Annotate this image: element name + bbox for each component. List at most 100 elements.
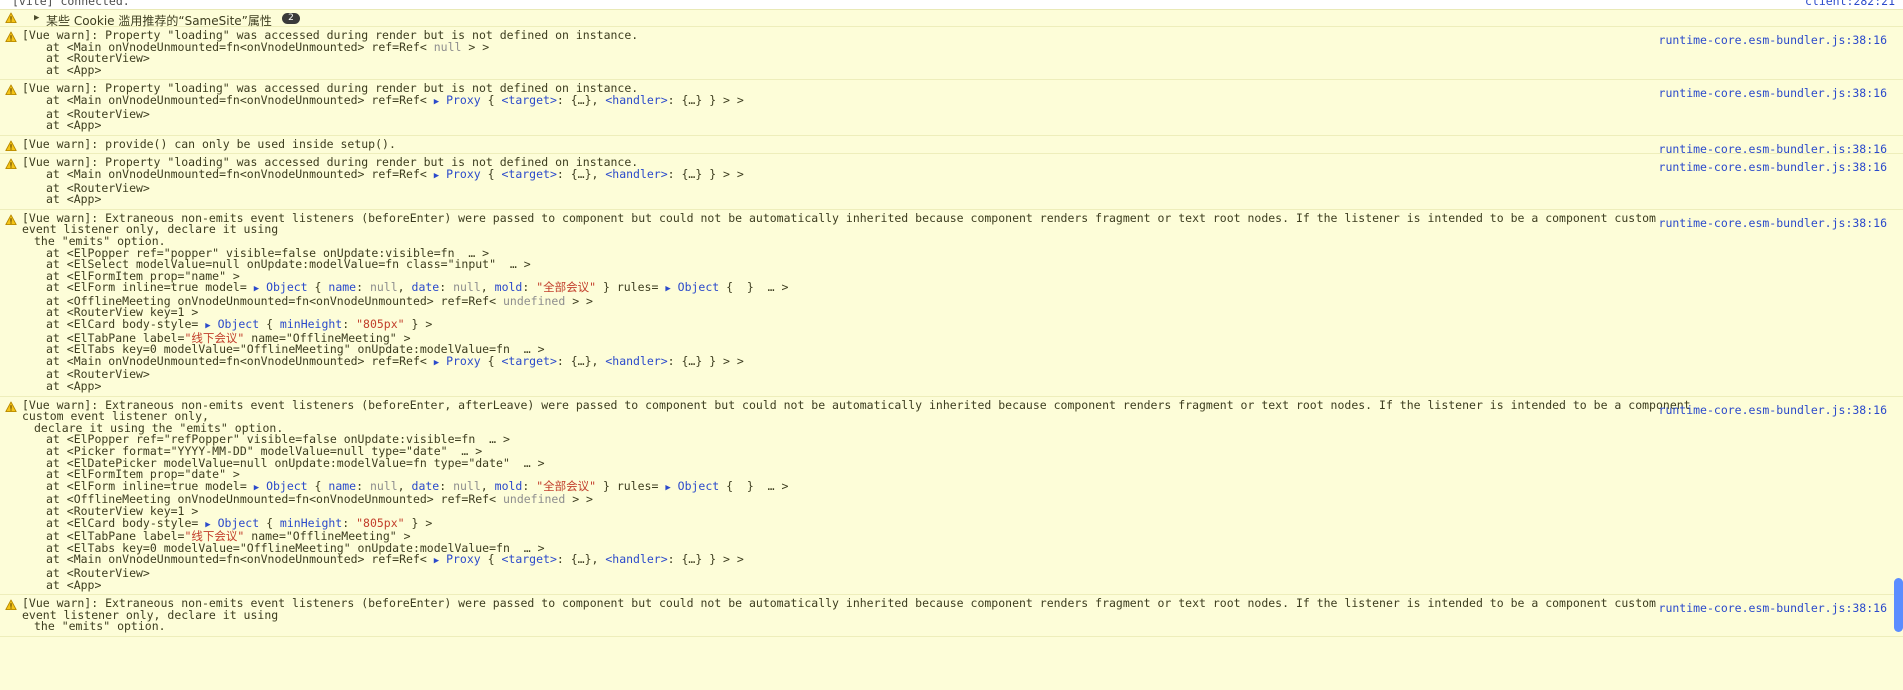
- console-message-text: [Vue warn]: Extraneous non-emits event l…: [22, 596, 1663, 622]
- token-text: at <App>: [46, 62, 102, 77]
- token-text: ,: [397, 478, 412, 493]
- warning-triangle-icon: [5, 140, 17, 152]
- token-object[interactable]: Object: [671, 280, 726, 294]
- console-message-list: [Vue warn]: Property "loading" was acces…: [0, 27, 1903, 637]
- token-text: ,: [480, 478, 495, 493]
- console-message-text: [Vue warn]: Extraneous non-emits event l…: [22, 397, 1698, 424]
- token-text: :: [342, 317, 357, 332]
- token-object-key: <target>: [501, 353, 557, 368]
- token-text: : {…} } > >: [667, 92, 744, 107]
- token-text: at <ElForm inline=true model=: [46, 280, 254, 295]
- token-object[interactable]: Object: [211, 516, 266, 530]
- token-object-key: <handler>: [605, 353, 668, 368]
- token-nullish: null: [433, 39, 462, 54]
- token-object-key: name: [328, 280, 357, 295]
- token-string: "全部会议": [536, 478, 597, 493]
- source-line-number: :38:16: [1845, 160, 1887, 175]
- console-message-body: [Vue warn]: Property "loading" was acces…: [0, 83, 1895, 131]
- token-text: { } … >: [726, 280, 789, 295]
- source-file-name: runtime-core.esm-bundler.js: [1658, 86, 1846, 101]
- token-nullish: undefined: [502, 492, 566, 507]
- warning-triangle-icon: [5, 84, 17, 96]
- console-message-body: [Vue warn]: Property "loading" was acces…: [0, 29, 1895, 77]
- token-string: "全部会议": [536, 280, 597, 295]
- token-text: {: [487, 552, 502, 567]
- source-link[interactable]: runtime-core.esm-bundler.js:38:16: [1659, 33, 1887, 47]
- token-text: at <App>: [46, 192, 102, 207]
- console-group-cookie-samesite[interactable]: ▶ 某些 Cookie 滥用推荐的“SameSite”属性 2: [0, 10, 1903, 28]
- source-line-number: :38:16: [1845, 215, 1887, 230]
- console-message-body: [Vue warn]: Extraneous non-emits event l…: [0, 212, 1895, 393]
- token-object-key: mold: [494, 280, 523, 295]
- component-stack-line: at <Main onVnodeUnmounted=fn<onVnodeUnmo…: [22, 353, 1695, 370]
- console-scrollbar[interactable]: [1894, 0, 1903, 690]
- source-link[interactable]: runtime-core.esm-bundler.js:38:16: [1659, 403, 1887, 417]
- source-link-client[interactable]: client:282:21: [1805, 0, 1895, 8]
- source-link[interactable]: runtime-core.esm-bundler.js:38:16: [1659, 601, 1887, 615]
- token-object-key: <handler>: [605, 92, 668, 107]
- component-stack-line: at <Main onVnodeUnmounted=fn<onVnodeUnmo…: [22, 39, 1695, 54]
- console-message-warning[interactable]: [Vue warn]: Property "loading" was acces…: [0, 80, 1903, 136]
- token-object[interactable]: Object: [259, 280, 314, 294]
- token-object[interactable]: Object: [671, 479, 726, 493]
- source-link[interactable]: runtime-core.esm-bundler.js:38:16: [1659, 86, 1887, 100]
- console-message-warning[interactable]: [Vue warn]: Property "loading" was acces…: [0, 154, 1903, 210]
- token-object[interactable]: Object: [259, 479, 314, 493]
- token-object[interactable]: Proxy: [439, 354, 487, 368]
- token-text: } >: [404, 515, 433, 530]
- source-line-number: :38:16: [1845, 402, 1887, 417]
- token-text: ,: [480, 280, 495, 295]
- token-text: :: [356, 478, 370, 493]
- token-object[interactable]: Object: [211, 317, 266, 331]
- source-file-name: runtime-core.esm-bundler.js: [1658, 215, 1846, 230]
- devtools-console-panel[interactable]: [vite] connected. client:282:21 ▶ 某些 Coo…: [0, 0, 1903, 690]
- warning-triangle-icon: [5, 599, 17, 611]
- token-text: {: [487, 166, 502, 181]
- token-nullish: null: [453, 478, 481, 493]
- token-object[interactable]: Proxy: [439, 552, 487, 566]
- token-text: : {…} } > >: [667, 353, 744, 368]
- console-message-warning[interactable]: [Vue warn]: Property "loading" was acces…: [0, 27, 1903, 81]
- source-line-number: :38:16: [1845, 601, 1887, 616]
- console-message-text: [Vue warn]: provide() can only be used i…: [22, 136, 396, 151]
- token-text: at <Main onVnodeUnmounted=fn<onVnodeUnmo…: [46, 552, 434, 567]
- token-text: {: [266, 317, 280, 332]
- token-object-key: name: [328, 478, 357, 493]
- component-stack-line: at <Main onVnodeUnmounted=fn<onVnodeUnmo…: [22, 166, 1695, 183]
- component-stack-line: at <OfflineMeeting onVnodeUnmounted=fn<o…: [22, 494, 1695, 506]
- warning-triangle-icon: [5, 401, 17, 413]
- source-link[interactable]: runtime-core.esm-bundler.js:38:16: [1659, 160, 1887, 174]
- source-file-name: runtime-core.esm-bundler.js: [1658, 402, 1846, 417]
- token-text: :: [522, 478, 537, 493]
- console-scrollbar-thumb[interactable]: [1894, 578, 1903, 632]
- component-stack-line: at <RouterView>: [22, 567, 1695, 580]
- token-object[interactable]: Proxy: [439, 93, 487, 107]
- console-message-warning[interactable]: [Vue warn]: provide() can only be used i…: [0, 135, 1903, 156]
- token-object[interactable]: Proxy: [439, 167, 487, 181]
- console-message-warning[interactable]: [Vue warn]: Extraneous non-emits event l…: [0, 396, 1903, 596]
- console-message-body: [Vue warn]: provide() can only be used i…: [0, 136, 1895, 156]
- token-text: > >: [461, 39, 490, 54]
- token-text: ,: [397, 280, 412, 295]
- token-text: at <App>: [46, 118, 102, 133]
- component-stack-line: at <ElSelect modelValue=null onUpdate:mo…: [22, 258, 1695, 271]
- token-nullish: null: [369, 478, 398, 493]
- cookie-warning-count-badge: 2: [282, 13, 300, 24]
- token-text: } >: [404, 317, 433, 332]
- warning-triangle-icon: [5, 158, 17, 170]
- console-message-warning[interactable]: [Vue warn]: Extraneous non-emits event l…: [0, 595, 1903, 637]
- component-stack-line: at <ElDatePicker modelValue=null onUpdat…: [22, 457, 1695, 470]
- token-text: at <ElCard body-style=: [46, 515, 206, 530]
- source-file-name: runtime-core.esm-bundler.js: [1658, 601, 1846, 616]
- chevron-right-icon[interactable]: ▶: [34, 13, 39, 23]
- console-message-warning[interactable]: [Vue warn]: Extraneous non-emits event l…: [0, 209, 1903, 397]
- token-text: {: [314, 280, 329, 295]
- token-string: "805px": [356, 317, 405, 332]
- token-text: :: [439, 478, 454, 493]
- warning-triangle-icon: [5, 31, 17, 43]
- token-object-key: <target>: [501, 552, 557, 567]
- component-stack-line: at <App>: [22, 579, 1695, 592]
- source-link[interactable]: runtime-core.esm-bundler.js:38:16: [1659, 216, 1887, 230]
- token-text: {: [487, 353, 502, 368]
- source-line-number: :38:16: [1845, 33, 1887, 47]
